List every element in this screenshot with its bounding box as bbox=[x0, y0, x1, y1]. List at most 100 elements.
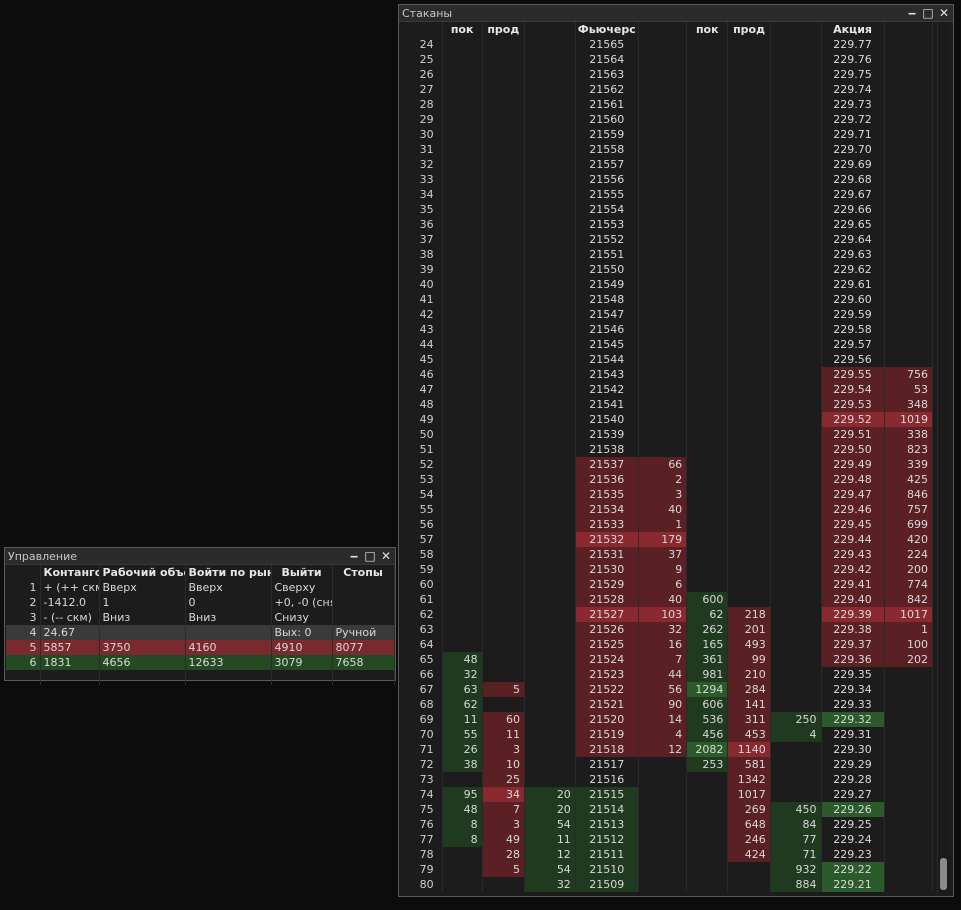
glass-cell-fa[interactable] bbox=[638, 847, 688, 862]
glass-cell-sb[interactable] bbox=[686, 352, 729, 367]
glass-cell-sa[interactable]: 339 bbox=[884, 457, 933, 472]
glass-cell-fs[interactable] bbox=[482, 37, 525, 52]
glass-cell-sbb[interactable] bbox=[770, 622, 822, 637]
table-row[interactable]: 36 21553 229.65 bbox=[401, 217, 933, 232]
control-row[interactable]: 1+ (++ скм)ВверхВверхСверху bbox=[6, 580, 395, 595]
glass-cell-n[interactable]: 78 bbox=[401, 847, 443, 862]
glass-cell-fp[interactable]: 21558 bbox=[575, 142, 639, 157]
glass-cell-n[interactable]: 25 bbox=[401, 52, 443, 67]
glass-cell-sbb[interactable] bbox=[770, 547, 822, 562]
glass-cell-fa[interactable] bbox=[638, 412, 688, 427]
glass-cell-sbb[interactable] bbox=[770, 202, 822, 217]
glass-cell-sa[interactable]: 823 bbox=[884, 442, 933, 457]
glass-cell-fs[interactable] bbox=[482, 337, 525, 352]
glass-cell-fs[interactable] bbox=[482, 157, 525, 172]
glass-cell-sp[interactable]: 229.75 bbox=[821, 67, 885, 82]
glass-cell-n[interactable]: 80 bbox=[401, 877, 443, 892]
glass-cell-fs[interactable]: 11 bbox=[482, 727, 525, 742]
glass-cell-sbb[interactable] bbox=[770, 442, 822, 457]
glass-cell-fb[interactable] bbox=[442, 457, 483, 472]
glass-cell-ss[interactable] bbox=[727, 337, 771, 352]
glass-cell-sb[interactable]: 981 bbox=[686, 667, 729, 682]
glass-cell-ss[interactable] bbox=[727, 52, 771, 67]
table-row[interactable]: 65 48 21524 7 361 99 229.36 202 bbox=[401, 652, 933, 667]
glass-cell-fbb[interactable] bbox=[524, 532, 576, 547]
glass-cell-sp[interactable]: 229.38 bbox=[821, 622, 885, 637]
glass-cell-fa[interactable] bbox=[638, 802, 688, 817]
glass-cell-sbb[interactable] bbox=[770, 97, 822, 112]
table-row[interactable]: 41 21548 229.60 bbox=[401, 292, 933, 307]
glass-cell-sa[interactable]: 842 bbox=[884, 592, 933, 607]
glass-cell-sb[interactable] bbox=[686, 247, 729, 262]
glass-cell-fa[interactable]: 40 bbox=[638, 502, 688, 517]
glass-cell-sa[interactable] bbox=[884, 667, 933, 682]
glass-cell-fs[interactable] bbox=[482, 472, 525, 487]
control-row[interactable]: 2-1412.010+0, -0 (снять) bbox=[6, 595, 395, 610]
glass-header-9[interactable]: Акция bbox=[821, 22, 885, 37]
glass-cell-sa[interactable] bbox=[884, 127, 933, 142]
glass-cell-sb[interactable] bbox=[686, 802, 729, 817]
glass-cell-fb[interactable] bbox=[442, 307, 483, 322]
glass-cell-sa[interactable] bbox=[884, 37, 933, 52]
glass-cell-fb[interactable] bbox=[442, 607, 483, 622]
glass-cell-sa[interactable] bbox=[884, 712, 933, 727]
glass-cell-sbb[interactable] bbox=[770, 337, 822, 352]
control-header-4[interactable]: Выйти bbox=[271, 565, 333, 580]
glass-cell-fbb[interactable] bbox=[524, 592, 576, 607]
glass-cell-fs[interactable] bbox=[482, 562, 525, 577]
glass-cell-sb[interactable] bbox=[686, 817, 729, 832]
glass-cell-fb[interactable] bbox=[442, 397, 483, 412]
glass-cell-n[interactable]: 75 bbox=[401, 802, 443, 817]
glass-cell-fa[interactable] bbox=[638, 367, 688, 382]
control-cell[interactable]: 24.67 bbox=[40, 625, 100, 640]
glass-cell-sb[interactable] bbox=[686, 157, 729, 172]
glass-cell-fbb[interactable] bbox=[524, 127, 576, 142]
glass-cell-n[interactable]: 68 bbox=[401, 697, 443, 712]
glass-cell-fb[interactable]: 63 bbox=[442, 682, 483, 697]
glass-cell-ss[interactable]: 1140 bbox=[727, 742, 771, 757]
control-cell[interactable] bbox=[99, 625, 186, 640]
control-cell[interactable]: 12633 bbox=[185, 655, 272, 670]
glass-cell-ss[interactable] bbox=[727, 487, 771, 502]
glass-cell-ss[interactable] bbox=[727, 877, 771, 892]
glass-cell-fb[interactable]: 55 bbox=[442, 727, 483, 742]
glass-cell-sbb[interactable] bbox=[770, 472, 822, 487]
glass-cell-n[interactable]: 32 bbox=[401, 157, 443, 172]
glass-cell-fb[interactable] bbox=[442, 877, 483, 892]
glass-cell-sp[interactable]: 229.66 bbox=[821, 202, 885, 217]
control-cell[interactable]: +0, -0 (снять) bbox=[271, 595, 333, 610]
glass-cell-n[interactable]: 76 bbox=[401, 817, 443, 832]
glass-cell-fbb[interactable] bbox=[524, 382, 576, 397]
table-row[interactable]: 62 21527 103 62 218 229.39 1017 bbox=[401, 607, 933, 622]
glass-cell-fbb[interactable] bbox=[524, 682, 576, 697]
glass-cell-fa[interactable] bbox=[638, 307, 688, 322]
glass-cell-sp[interactable]: 229.35 bbox=[821, 667, 885, 682]
glass-cell-fb[interactable] bbox=[442, 187, 483, 202]
glass-cell-sp[interactable]: 229.40 bbox=[821, 592, 885, 607]
glass-cell-ss[interactable]: 581 bbox=[727, 757, 771, 772]
glass-cell-sa[interactable]: 200 bbox=[884, 562, 933, 577]
glass-cell-fb[interactable] bbox=[442, 502, 483, 517]
glass-cell-sp[interactable]: 229.55 bbox=[821, 367, 885, 382]
glass-cell-fb[interactable] bbox=[442, 382, 483, 397]
glass-cell-ss[interactable] bbox=[727, 502, 771, 517]
table-row[interactable]: 77 8 49 11 21512 246 77 229.24 bbox=[401, 832, 933, 847]
glass-cell-fs[interactable]: 5 bbox=[482, 862, 525, 877]
glass-cell-fbb[interactable] bbox=[524, 577, 576, 592]
glass-cell-fbb[interactable] bbox=[524, 442, 576, 457]
glass-cell-sb[interactable] bbox=[686, 862, 729, 877]
glass-cell-fs[interactable] bbox=[482, 412, 525, 427]
table-row[interactable]: 59 21530 9 229.42 200 bbox=[401, 562, 933, 577]
glass-cell-ss[interactable]: 284 bbox=[727, 682, 771, 697]
glass-cell-sp[interactable]: 229.29 bbox=[821, 757, 885, 772]
control-cell[interactable]: 4656 bbox=[99, 655, 186, 670]
glass-cell-fs[interactable] bbox=[482, 637, 525, 652]
control-cell[interactable]: 5857 bbox=[40, 640, 100, 655]
glass-cell-sp[interactable]: 229.56 bbox=[821, 352, 885, 367]
glass-titlebar[interactable]: Стаканы ‒ □ ✕ bbox=[399, 5, 953, 22]
glass-cell-sp[interactable]: 229.36 bbox=[821, 652, 885, 667]
glass-cell-sp[interactable]: 229.44 bbox=[821, 532, 885, 547]
control-cell[interactable]: Ручной bbox=[332, 625, 395, 640]
glass-cell-fa[interactable] bbox=[638, 757, 688, 772]
glass-cell-sb[interactable]: 62 bbox=[686, 607, 729, 622]
